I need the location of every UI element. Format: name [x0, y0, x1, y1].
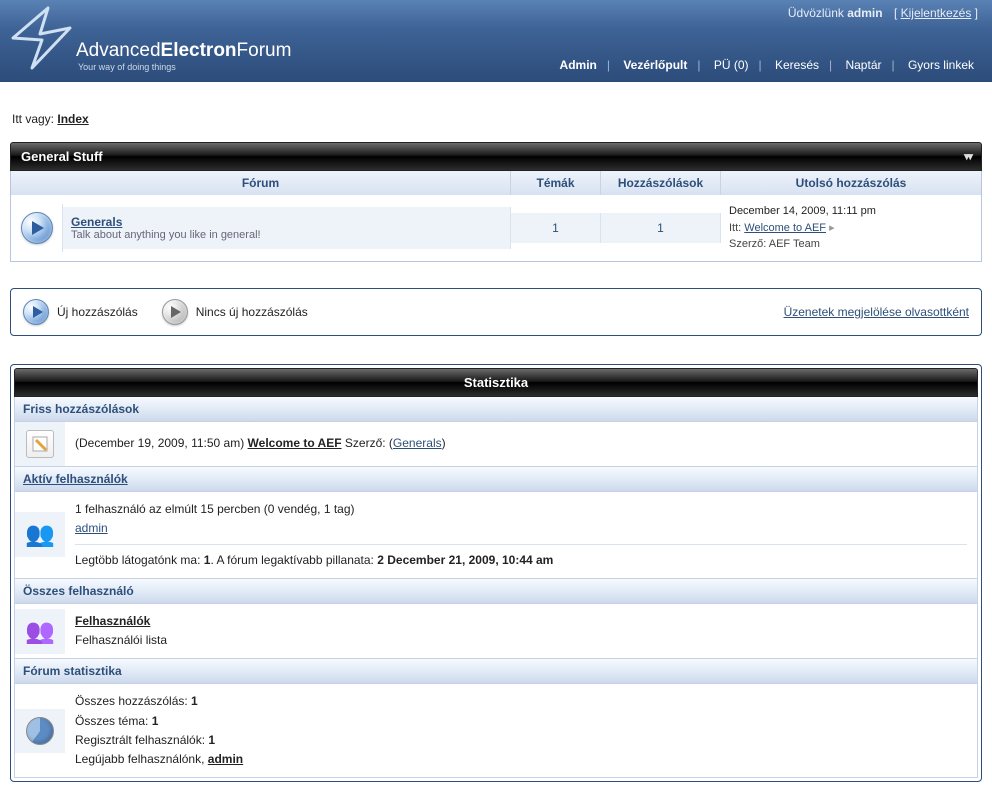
- legend-nonew: Nincs új hozzászólás: [162, 299, 308, 325]
- col-forum: Fórum: [11, 171, 511, 195]
- new-posts-icon: [23, 299, 49, 325]
- logout-link[interactable]: Kijelentkezés: [901, 6, 972, 20]
- last-post-author: AEF Team: [769, 238, 820, 250]
- last-post-by-label: Szerző:: [729, 238, 769, 250]
- lightning-icon: [8, 0, 78, 76]
- total-posts: 1: [191, 694, 198, 708]
- recent-by-label: Szerző: (: [342, 436, 393, 450]
- all-users-heading: Összes felhasználó: [14, 579, 978, 604]
- members-desc: Felhasználói lista: [75, 633, 167, 647]
- forum-description: Talk about anything you like in general!: [71, 229, 502, 241]
- active-users-heading: Aktív felhasználók: [14, 467, 978, 492]
- legend-box: Új hozzászólás Nincs új hozzászólás Üzen…: [10, 288, 982, 336]
- active-users-link[interactable]: Aktív felhasználók: [23, 472, 128, 486]
- forum-name-link[interactable]: Generals: [71, 215, 122, 229]
- legend-new-label: Új hozzászólás: [57, 305, 138, 319]
- stats-container: Statisztika Friss hozzászólások (Decembe…: [10, 364, 982, 783]
- recent-posts-body: (December 19, 2009, 11:50 am) Welcome to…: [14, 422, 978, 467]
- brand-tagline: Your way of doing things: [78, 62, 291, 72]
- col-posts: Hozzászólások: [601, 171, 721, 195]
- breadcrumb: Itt vagy: Index: [12, 112, 982, 126]
- users-icon: 👥: [25, 520, 55, 549]
- category-header: General Stuff ▾▾: [10, 142, 982, 171]
- user-bar: Üdvözlünk admin [ Kijelentkezés ]: [788, 6, 978, 20]
- last-post-cell: December 14, 2009, 11:11 pm Itt: Welcome…: [721, 195, 981, 261]
- nav-controlpanel[interactable]: Vezérlőpult: [619, 58, 691, 72]
- note-icon: [26, 430, 54, 458]
- most-ever: 2 December 21, 2009, 10:44 am: [377, 553, 553, 567]
- active-summary: 1 felhasználó az elmúlt 15 percben (0 ve…: [75, 500, 967, 519]
- recent-topic-link[interactable]: Welcome to AEF: [248, 436, 342, 450]
- total-members: 1: [208, 733, 215, 747]
- active-users-body: 👥 1 felhasználó az elmúlt 15 percben (0 …: [14, 492, 978, 580]
- legend-new: Új hozzászólás: [23, 299, 138, 325]
- recent-by-link[interactable]: Generals: [393, 436, 442, 450]
- logo[interactable]: AdvancedElectronForum Your way of doing …: [0, 0, 291, 76]
- members-icon: 👥: [25, 617, 55, 646]
- no-new-posts-icon: [162, 299, 188, 325]
- welcome-user: admin: [847, 6, 882, 20]
- total-topics: 1: [152, 714, 159, 728]
- column-headers: Fórum Témák Hozzászólások Utolsó hozzász…: [10, 171, 982, 195]
- brand-pre: Advanced: [76, 40, 161, 61]
- nav-quicklinks[interactable]: Gyors linkek: [904, 58, 978, 72]
- forum-stats-body: Összes hozzászólás: 1 Összes téma: 1 Reg…: [14, 684, 978, 778]
- mark-read-link[interactable]: Üzenetek megjelölése olvasottként: [784, 305, 969, 319]
- nav-search[interactable]: Keresés: [771, 58, 823, 72]
- goto-icon[interactable]: ▸: [829, 222, 835, 234]
- nav-admin[interactable]: Admin: [556, 58, 601, 72]
- col-topics: Témák: [511, 171, 601, 195]
- welcome-prefix: Üdvözlünk: [788, 6, 847, 20]
- nav-pm[interactable]: PÜ (0): [710, 58, 753, 72]
- brand-mid: Electron: [161, 40, 237, 61]
- category-title: General Stuff: [21, 149, 103, 164]
- header-banner: AdvancedElectronForum Your way of doing …: [0, 0, 992, 82]
- breadcrumb-index[interactable]: Index: [57, 112, 88, 126]
- collapse-icon[interactable]: ▾▾: [964, 150, 971, 163]
- recent-posts-heading: Friss hozzászólások: [14, 397, 978, 422]
- members-link[interactable]: Felhasználók: [75, 614, 150, 628]
- main-nav: Admin| Vezérlőpult| PÜ (0)| Keresés| Nap…: [556, 58, 978, 72]
- newest-member-link[interactable]: admin: [208, 752, 243, 766]
- stats-header: Statisztika: [14, 368, 978, 397]
- active-user-link[interactable]: admin: [75, 521, 108, 535]
- topics-count: 1: [511, 213, 601, 243]
- nav-calendar[interactable]: Naptár: [841, 58, 885, 72]
- posts-count: 1: [601, 213, 721, 243]
- last-post-in-label: Itt:: [729, 222, 744, 234]
- forum-row: Generals Talk about anything you like in…: [10, 195, 982, 262]
- pie-chart-icon: [26, 717, 54, 745]
- breadcrumb-prefix: Itt vagy:: [12, 112, 57, 126]
- stats-title: Statisztika: [464, 375, 528, 390]
- brand-text: AdvancedElectronForum Your way of doing …: [76, 40, 291, 72]
- last-post-topic-link[interactable]: Welcome to AEF: [744, 222, 826, 234]
- forum-status-icon: [21, 212, 53, 244]
- brand-post: Forum: [237, 40, 292, 61]
- legend-nonew-label: Nincs új hozzászólás: [196, 305, 308, 319]
- last-post-time: December 14, 2009, 11:11 pm: [729, 205, 876, 217]
- forum-stats-heading: Fórum statisztika: [14, 659, 978, 684]
- all-users-body: 👥 Felhasználók Felhasználói lista: [14, 604, 978, 659]
- col-last: Utolsó hozzászólás: [721, 171, 981, 195]
- recent-time: (December 19, 2009, 11:50 am): [75, 436, 248, 450]
